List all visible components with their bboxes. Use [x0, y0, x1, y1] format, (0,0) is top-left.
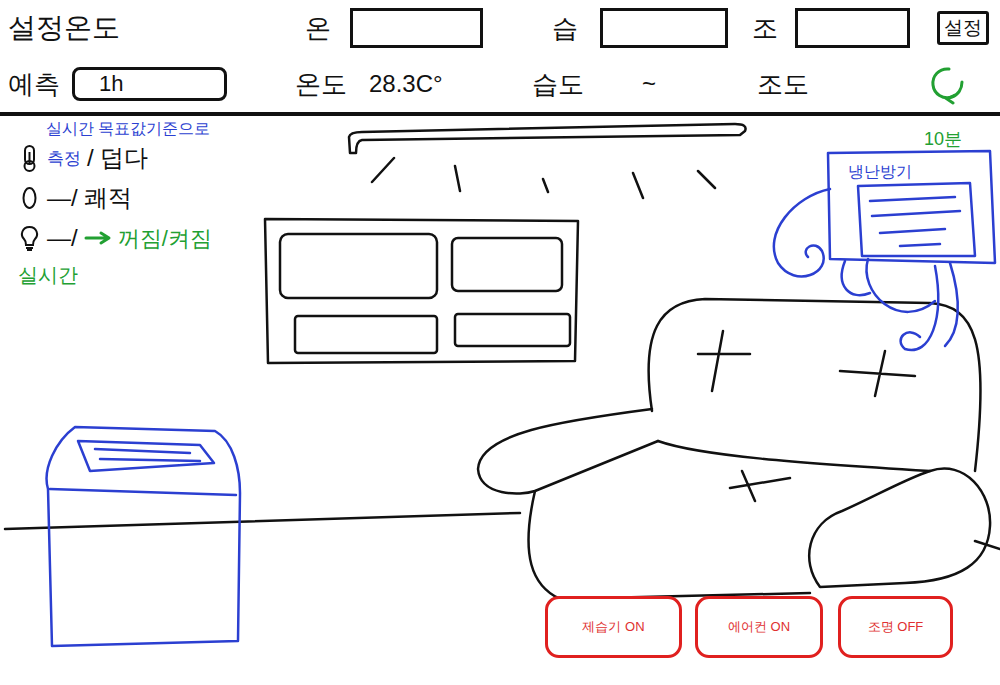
setpoint-input[interactable] [350, 8, 483, 48]
setpoint-label: 조 [740, 9, 795, 48]
status-text: / 덥다 [87, 140, 148, 176]
status-row: —/ 꺼짐/켜짐 [18, 218, 278, 258]
water-drop-icon [18, 184, 41, 212]
forecast-row: 예측 1h 온도 28.3C° 습도 ~ 조도 [0, 56, 1000, 112]
reading-label: 습도 [532, 65, 584, 104]
status-text: —/ [47, 220, 78, 256]
device-toggle-button[interactable]: 조명 OFF [838, 596, 953, 658]
realtime-label: 실시간 [18, 258, 278, 290]
dehumidifier[interactable] [47, 427, 240, 646]
legend-note: 실시간 목표값기준으로 [18, 120, 278, 138]
setpoint-label: 온 [295, 9, 350, 48]
thermometer-icon [18, 144, 41, 172]
setpoint-input[interactable] [795, 8, 910, 48]
room-view: 실시간 목표값기준으로측정/ 덥다—/ 쾌적—/꺼짐/켜짐실시간 10분 냉난방… [0, 116, 1000, 685]
status-note: 측정 [47, 146, 81, 172]
floor-line [5, 513, 1000, 549]
forecast-cell: 예측 1h [0, 65, 295, 104]
reading-value: ~ [642, 66, 656, 102]
set-button-cell: 설정 [920, 11, 1000, 46]
forecast-label: 예측 [8, 65, 60, 104]
armchair[interactable] [478, 299, 990, 599]
setpoint-input[interactable] [600, 8, 728, 48]
reading-value: 28.3C° [369, 66, 443, 102]
refresh-icon[interactable] [927, 63, 967, 105]
set-button[interactable]: 설정 [937, 11, 989, 46]
aircon-label: 냉난방기 [848, 160, 912, 184]
reading-label: 조도 [757, 65, 809, 104]
window [265, 219, 578, 363]
air-conditioner[interactable] [774, 151, 995, 350]
status-action: 꺼짐/켜짐 [118, 222, 212, 255]
reading: 온도 28.3C° [295, 65, 495, 104]
device-toggle-button[interactable]: 제습기 ON [545, 596, 682, 658]
refresh-cell [915, 63, 1000, 105]
top-bar: 설정온도온 습 조 설정 예측 1h 온도 28.3C° 습도 ~ 조도 [0, 0, 1000, 116]
arrow-icon [84, 230, 112, 246]
status-row: 측정/ 덥다 [18, 138, 278, 178]
setpoint-row: 설정온도온 습 조 설정 [0, 0, 1000, 56]
setpoint-field [350, 8, 495, 48]
setpoint-field [795, 8, 920, 48]
status-row: —/ 쾌적 [18, 178, 278, 218]
reading: 습도 ~ [495, 65, 745, 104]
setpoint-label: 습 [495, 9, 600, 48]
reading-label: 온도 [295, 65, 347, 104]
status-legend: 실시간 목표값기준으로측정/ 덥다—/ 쾌적—/꺼짐/켜짐실시간 [18, 120, 278, 290]
reading: 조도 [745, 65, 915, 104]
light-bulb-icon [18, 224, 41, 252]
refresh-interval: 10분 [924, 126, 962, 153]
device-buttons: 제습기 ON에어컨 ON조명 OFF [545, 596, 953, 658]
status-text: —/ 쾌적 [47, 180, 132, 216]
device-toggle-button[interactable]: 에어컨 ON [695, 596, 823, 658]
forecast-period[interactable]: 1h [72, 67, 227, 101]
ceiling-light[interactable] [349, 124, 746, 198]
setpoint-field [600, 8, 740, 48]
page-title: 설정온도 [0, 7, 295, 49]
